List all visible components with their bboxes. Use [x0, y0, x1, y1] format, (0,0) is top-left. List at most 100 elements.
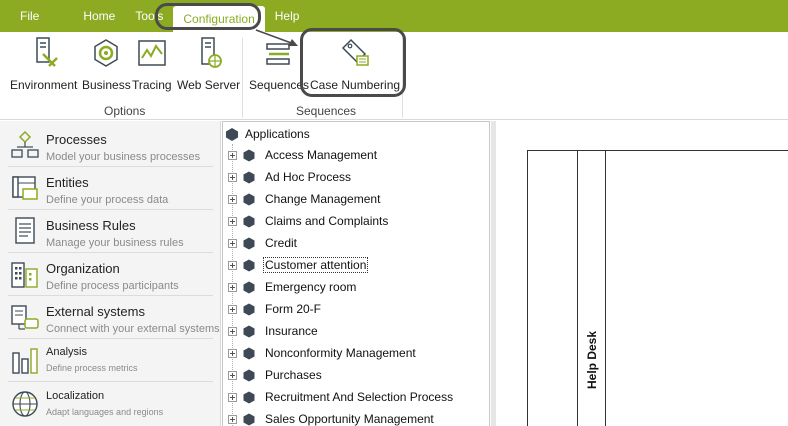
- application-hexagon-icon: [243, 391, 255, 403]
- applications-tree: Applications Access Management Ad Hoc Pro…: [222, 121, 490, 426]
- gear-icon: [89, 36, 123, 70]
- tree-item-label: Emergency room: [265, 280, 357, 294]
- web-server-label: Web Server: [177, 78, 241, 92]
- ribbon-group-separator: [242, 38, 243, 118]
- environment-button[interactable]: Environment: [10, 36, 77, 98]
- expand-plus-icon[interactable]: [228, 326, 237, 336]
- organization-building-icon: [11, 262, 38, 288]
- expand-plus-icon[interactable]: [228, 260, 237, 270]
- tree-item-label: Access Management: [265, 148, 378, 162]
- tree-item-label: Recruitment And Selection Process: [265, 390, 454, 404]
- tree-item-label: Insurance: [265, 324, 318, 338]
- expand-plus-icon[interactable]: [228, 348, 237, 358]
- tree-item[interactable]: Access Management: [228, 145, 378, 165]
- nav-item-subtitle: Define your process data: [46, 194, 169, 206]
- nav-divider: [8, 381, 213, 382]
- nav-item-external-systems[interactable]: External systems Connect with your exter…: [0, 296, 221, 339]
- nav-item-title: Entities: [46, 175, 89, 190]
- tree-item[interactable]: Customer attention: [228, 255, 369, 275]
- nav-item-subtitle: Connect with your external systems: [46, 323, 220, 335]
- application-hexagon-icon: [243, 347, 255, 359]
- application-hexagon-icon: [243, 325, 255, 337]
- tree-item[interactable]: Emergency room: [228, 277, 357, 297]
- nav-item-business-rules[interactable]: Business Rules Manage your business rule…: [0, 210, 221, 253]
- tree-item-label: Ad Hoc Process: [265, 170, 352, 184]
- expand-plus-icon[interactable]: [228, 370, 237, 380]
- tree-item-label: Sales Opportunity Management: [265, 412, 434, 426]
- web-server-button[interactable]: Web Server: [177, 36, 240, 98]
- tree-item[interactable]: Credit: [228, 233, 298, 253]
- tree-item-label: Nonconformity Management: [265, 346, 416, 360]
- application-hexagon-icon: [243, 369, 255, 381]
- environment-icon: [27, 36, 61, 70]
- application-hexagon-icon: [243, 193, 255, 205]
- nav-item-title: Organization: [46, 261, 120, 276]
- application-hexagon-icon: [243, 171, 255, 183]
- callout-highlight-configuration: [155, 3, 261, 30]
- menu-file[interactable]: File: [10, 0, 49, 32]
- callout-arrow: [255, 29, 298, 46]
- process-flow-icon: [11, 130, 39, 158]
- nav-item-title: Analysis: [46, 346, 87, 358]
- tree-item-label: Purchases: [265, 368, 322, 382]
- nav-item-processes[interactable]: Processes Model your business processes: [0, 124, 221, 167]
- analysis-bars-icon: [12, 348, 38, 374]
- application-hexagon-icon: [243, 237, 255, 249]
- tree-item[interactable]: Claims and Complaints: [228, 211, 389, 231]
- expand-plus-icon[interactable]: [228, 194, 237, 204]
- process-pool[interactable]: [527, 150, 788, 426]
- nav-item-title: Processes: [46, 132, 107, 147]
- application-hexagon-icon: [243, 215, 255, 227]
- nav-item-subtitle: Adapt languages and regions: [46, 407, 164, 417]
- application-hexagon-icon: [243, 303, 255, 315]
- tree-item[interactable]: Insurance: [228, 321, 319, 341]
- nav-item-subtitle: Manage your business rules: [46, 237, 184, 249]
- lane-label-text: Help Desk: [585, 330, 599, 390]
- nav-item-subtitle: Define process metrics: [46, 363, 138, 373]
- application-hexagon-icon: [226, 127, 238, 141]
- tree-item[interactable]: Purchases: [228, 365, 323, 385]
- expand-plus-icon[interactable]: [228, 304, 237, 314]
- expand-plus-icon[interactable]: [228, 414, 237, 424]
- options-group-label: Options: [104, 104, 146, 118]
- expand-plus-icon[interactable]: [228, 392, 237, 402]
- nav-item-entities[interactable]: Entities Define your process data: [0, 167, 221, 210]
- tree-item[interactable]: Recruitment And Selection Process: [228, 387, 454, 407]
- nav-item-analysis[interactable]: Analysis Define process metrics: [0, 339, 221, 382]
- globe-icon: [12, 391, 38, 417]
- sequences-group-label: Sequences: [296, 104, 357, 118]
- nav-item-localization[interactable]: Localization Adapt languages and regions: [0, 383, 221, 426]
- expand-plus-icon[interactable]: [228, 282, 237, 292]
- nav-item-title: Business Rules: [46, 218, 136, 233]
- expand-plus-icon[interactable]: [228, 172, 237, 182]
- nav-item-subtitle: Model your business processes: [46, 151, 201, 163]
- expand-plus-icon[interactable]: [228, 216, 237, 226]
- tree-item-label: Claims and Complaints: [265, 214, 389, 228]
- nav-item-organization[interactable]: Organization Define process participants: [0, 253, 221, 296]
- nav-item-title: Localization: [46, 390, 105, 402]
- menu-home[interactable]: Home: [73, 0, 125, 32]
- web-server-icon: [192, 36, 226, 70]
- tracing-button[interactable]: Tracing: [132, 36, 172, 98]
- environment-label: Environment: [10, 78, 78, 92]
- tree-item-label: Change Management: [265, 192, 381, 206]
- tree-item-label: Form 20-F: [265, 302, 322, 316]
- tree-item[interactable]: Ad Hoc Process: [228, 167, 352, 187]
- tree-item[interactable]: Change Management: [228, 189, 381, 209]
- application-hexagon-icon: [243, 149, 255, 161]
- expand-plus-icon[interactable]: [228, 150, 237, 160]
- expand-plus-icon[interactable]: [228, 238, 237, 248]
- application-hexagon-icon: [243, 281, 255, 293]
- business-button[interactable]: Business: [82, 36, 131, 98]
- callout-highlight-case-numbering: [300, 28, 406, 97]
- tree-item[interactable]: Nonconformity Management: [228, 343, 417, 363]
- application-hexagon-icon: [243, 413, 255, 425]
- application-hexagon-icon: [243, 259, 255, 271]
- tree-item[interactable]: Sales Opportunity Management: [228, 409, 435, 426]
- tracing-chart-icon: [135, 36, 169, 70]
- tree-root-applications[interactable]: Applications: [225, 125, 310, 143]
- nav-item-title: External systems: [46, 304, 145, 319]
- business-label: Business: [82, 78, 131, 92]
- tree-item[interactable]: Form 20-F: [228, 299, 322, 319]
- tree-item-label: Customer attention: [262, 257, 369, 273]
